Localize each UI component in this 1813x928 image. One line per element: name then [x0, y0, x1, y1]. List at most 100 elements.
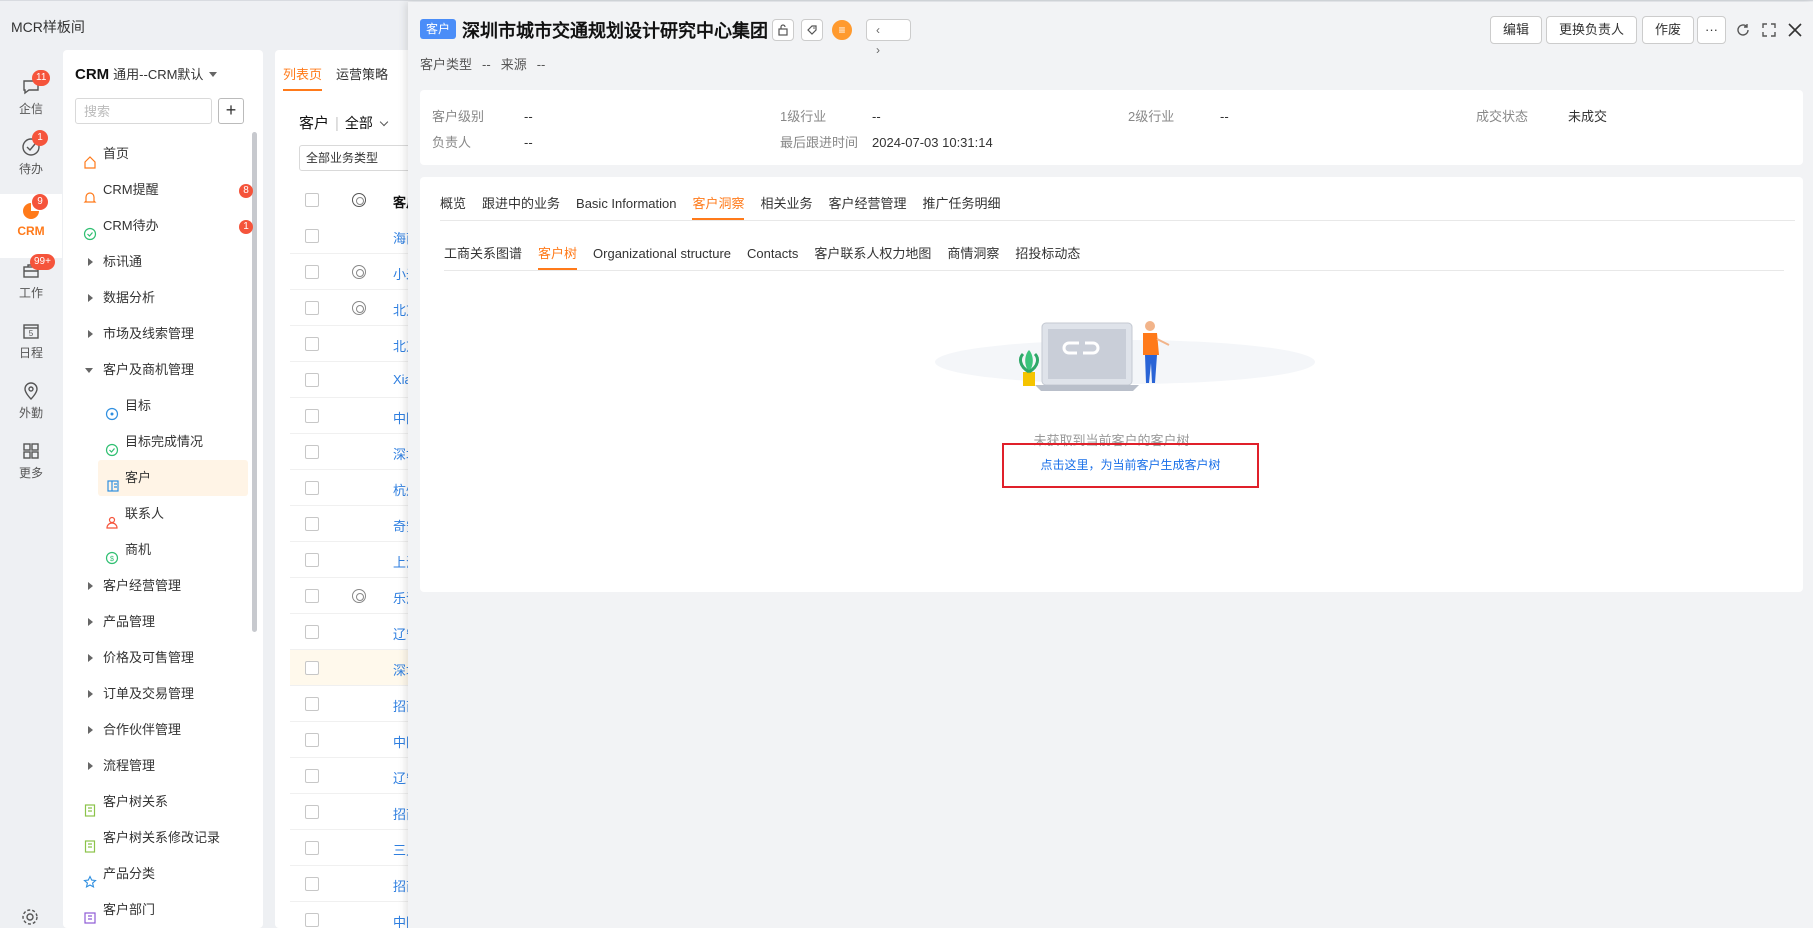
row-checkbox[interactable] — [305, 265, 319, 279]
sidebar-item-label: 合作伙伴管理 — [103, 722, 182, 737]
row-checkbox[interactable] — [305, 625, 319, 639]
sidebar-item[interactable]: 首页 — [63, 136, 253, 172]
row-checkbox[interactable] — [305, 373, 319, 387]
sidebar-item[interactable]: 联系人 — [63, 496, 253, 532]
sidebar-item[interactable]: 目标 — [63, 388, 253, 424]
sidebar-item[interactable]: 价格及可售管理 — [63, 640, 253, 676]
rail-badge: 11 — [32, 70, 51, 86]
refresh-icon[interactable] — [1734, 19, 1756, 41]
sidebar-item[interactable]: CRM提醒 8 — [63, 172, 253, 208]
settings-gear-icon[interactable] — [21, 908, 39, 926]
sidebar-item[interactable]: 客户部门 — [63, 892, 253, 928]
detail-tab[interactable]: 相关业务 — [760, 193, 812, 218]
sidebar-item[interactable]: 目标完成情况 — [63, 424, 253, 460]
rail-item-more[interactable]: 更多 — [0, 434, 62, 490]
detail-tab[interactable]: Basic Information — [576, 196, 676, 217]
edit-button[interactable]: 编辑 — [1490, 16, 1543, 44]
detail-tab[interactable]: 跟进中的业务 — [482, 193, 560, 218]
detail-tab[interactable]: 推广任务明细 — [923, 193, 1001, 218]
tag-icon[interactable] — [801, 19, 823, 41]
list-title[interactable]: 客户 | 全部 — [299, 112, 389, 133]
sidebar-search-input[interactable] — [75, 98, 212, 124]
prev-record-button[interactable]: ‹ — [867, 20, 889, 40]
sidebar-item[interactable]: 流程管理 — [63, 748, 253, 784]
row-checkbox[interactable] — [305, 301, 319, 315]
sidebar-item[interactable]: CRM待办 1 — [63, 208, 253, 244]
sidebar-item[interactable]: $ 商机 — [63, 532, 253, 568]
briefcase-icon: 99+ — [20, 254, 55, 282]
rail-item-todo[interactable]: 1 待办 — [0, 130, 62, 186]
sidebar-item[interactable]: 订单及交易管理 — [63, 676, 253, 712]
row-checkbox[interactable] — [305, 553, 319, 567]
row-checkbox[interactable] — [305, 733, 319, 747]
rail-label: 外勤 — [18, 406, 43, 420]
tab-list-page[interactable]: 列表页 — [283, 64, 323, 91]
next-record-button[interactable]: › — [867, 40, 889, 60]
status-circle-icon[interactable]: ≡ — [832, 20, 852, 40]
rail-item-crm[interactable]: 9 CRM — [0, 194, 62, 258]
sidebar-item-label: 流程管理 — [103, 758, 156, 773]
detail-tab[interactable]: 概览 — [440, 193, 466, 218]
row-checkbox[interactable] — [305, 769, 319, 783]
sidebar-add-button[interactable]: + — [218, 98, 244, 124]
tab-operation-strategy[interactable]: 运营策略 — [336, 64, 388, 89]
close-icon[interactable] — [1786, 19, 1808, 41]
insight-subtab[interactable]: Contacts — [747, 246, 798, 267]
row-checkbox[interactable] — [305, 841, 319, 855]
unlock-icon[interactable] — [772, 19, 794, 41]
row-checkbox[interactable] — [305, 913, 319, 927]
row-checkbox[interactable] — [305, 481, 319, 495]
rail-item-qixin[interactable]: 11 企信 — [0, 70, 62, 126]
sidebar-item[interactable]: 数据分析 — [63, 280, 253, 316]
row-checkbox[interactable] — [305, 445, 319, 459]
sidebar-item-label: 价格及可售管理 — [103, 650, 195, 665]
rail-label: CRM — [17, 224, 45, 238]
sidebar-item[interactable]: 客户树关系修改记录 — [63, 820, 253, 856]
void-button[interactable]: 作废 — [1642, 16, 1695, 44]
row-checkbox[interactable] — [305, 697, 319, 711]
sidebar-item[interactable]: 客户及商机管理 — [63, 352, 253, 388]
rail-badge: 9 — [32, 194, 48, 210]
change-owner-button[interactable]: 更换负责人 — [1546, 16, 1638, 44]
sidebar-title: CRM — [75, 66, 110, 83]
rail-item-calendar[interactable]: 5 日程 — [0, 314, 62, 370]
sidebar-item[interactable]: 合作伙伴管理 — [63, 712, 253, 748]
row-checkbox[interactable] — [305, 229, 319, 243]
insight-subtabs: 工商关系图谱 客户树 Organizational structure Contact… — [444, 243, 1784, 271]
insight-subtab[interactable]: 招投标动态 — [1015, 243, 1080, 268]
rail-item-field[interactable]: 外勤 — [0, 374, 62, 430]
insight-subtab[interactable]: 客户树 — [538, 243, 578, 270]
sidebar-item[interactable]: 标讯通 — [63, 244, 253, 280]
row-checkbox[interactable] — [305, 661, 319, 675]
sidebar-item[interactable]: 客户树关系 — [63, 784, 253, 820]
row-checkbox[interactable] — [305, 337, 319, 351]
row-checkbox[interactable] — [305, 877, 319, 891]
sidebar-item[interactable]: 市场及线索管理 — [63, 316, 253, 352]
rail-label: 工作 — [18, 286, 43, 300]
detail-tab[interactable]: 客户洞察 — [692, 193, 745, 220]
rail-label: 更多 — [18, 466, 43, 480]
info-owner: 负责人 -- — [432, 132, 533, 151]
column-settings-icon[interactable] — [352, 193, 366, 207]
select-all-checkbox[interactable] — [305, 193, 319, 207]
sidebar-item[interactable]: 客户经营管理 — [63, 568, 253, 604]
insight-subtab[interactable]: 工商关系图谱 — [444, 243, 522, 268]
fullscreen-icon[interactable] — [1760, 19, 1782, 41]
row-checkbox[interactable] — [305, 805, 319, 819]
insight-subtab[interactable]: Organizational structure — [593, 246, 731, 267]
svg-text:$: $ — [110, 556, 114, 563]
sidebar-item[interactable]: 客户 — [98, 460, 248, 496]
insight-subtab[interactable]: 商情洞察 — [947, 243, 999, 268]
calendar-icon: 5 — [20, 320, 42, 342]
generate-customer-tree-link[interactable]: 点击这里，为当前客户生成客户树 — [1004, 456, 1257, 473]
row-checkbox[interactable] — [305, 517, 319, 531]
more-actions-button[interactable]: ··· — [1697, 16, 1726, 44]
row-checkbox[interactable] — [305, 409, 319, 423]
sidebar-item[interactable]: 产品管理 — [63, 604, 253, 640]
row-checkbox[interactable] — [305, 589, 319, 603]
sidebar-header[interactable]: CRM 通用--CRM默认 — [75, 64, 218, 83]
detail-tab[interactable]: 客户经营管理 — [829, 193, 907, 218]
insight-subtab[interactable]: 客户联系人权力地图 — [814, 243, 931, 268]
rail-item-work[interactable]: 99+ 工作 — [0, 254, 62, 310]
sidebar-item[interactable]: 产品分类 — [63, 856, 253, 892]
